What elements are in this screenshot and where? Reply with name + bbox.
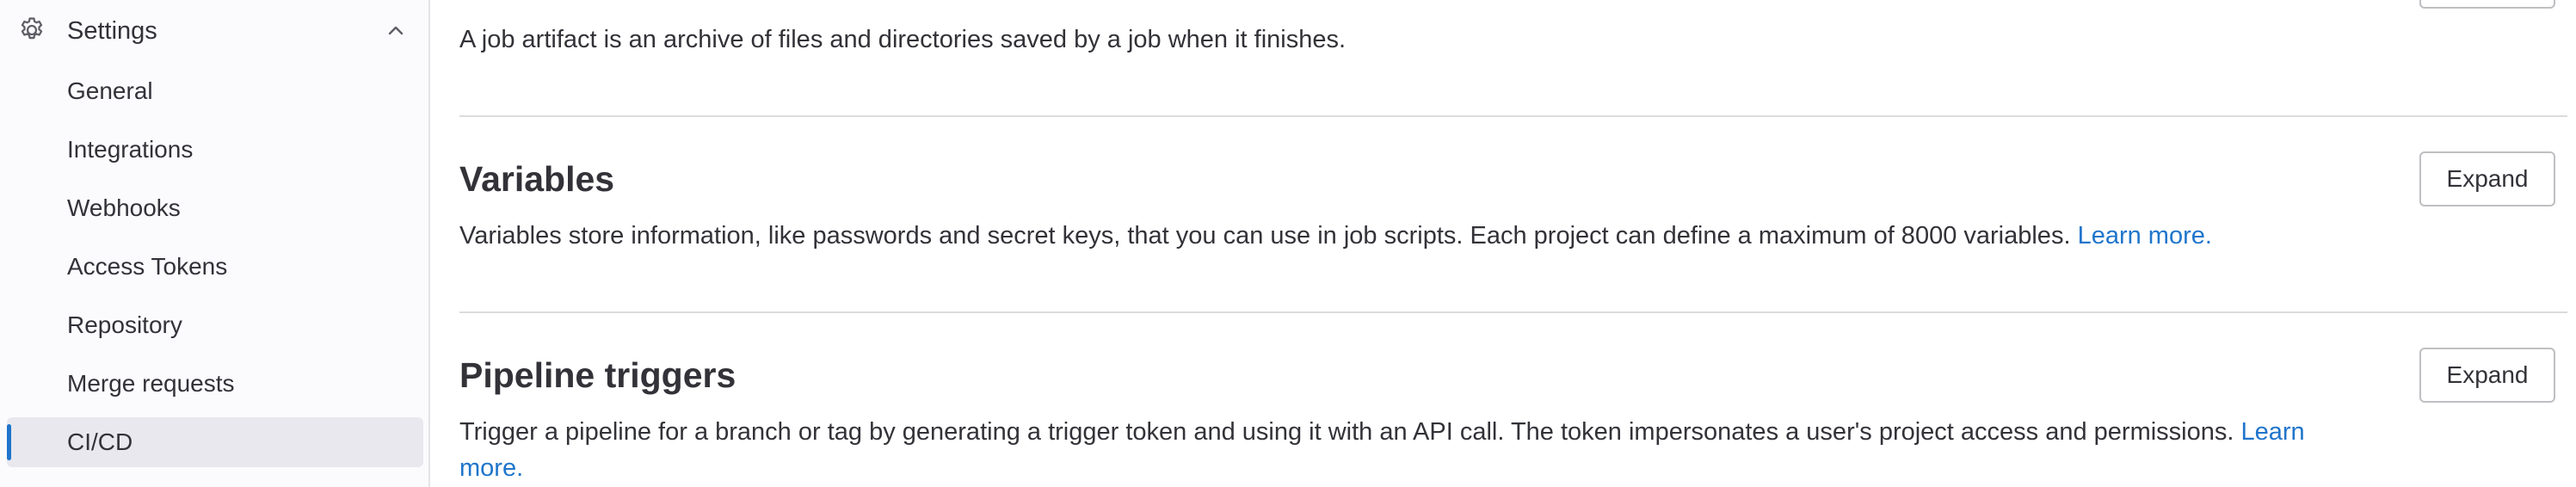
sidebar-item-label: Integrations (67, 136, 194, 163)
settings-section-toggle[interactable]: Settings (0, 0, 428, 62)
pipeline-triggers-learn-more-link[interactable]: Learn (2241, 418, 2305, 446)
sidebar-item-merge-requests[interactable]: Merge requests (0, 359, 428, 409)
variables-title: Variables (459, 159, 615, 199)
artifacts-expand-button[interactable] (2419, 0, 2555, 9)
sidebar-item-access-tokens[interactable]: Access Tokens (0, 242, 428, 292)
variables-learn-more-link[interactable]: Learn more. (2078, 222, 2212, 250)
variables-description-text: Variables store information, like passwo… (459, 222, 2071, 250)
gear-icon (21, 17, 43, 40)
pipeline-triggers-title: Pipeline triggers (459, 355, 736, 395)
sidebar-item-webhooks[interactable]: Webhooks (0, 183, 428, 233)
sidebar-item-label: Webhooks (67, 194, 181, 221)
variables-expand-button[interactable]: Expand (2419, 151, 2555, 207)
sidebar-item-label: Merge requests (67, 370, 235, 397)
sidebar-item-general[interactable]: General (0, 66, 428, 116)
sidebar-item-label: CI/CD (67, 428, 133, 455)
artifacts-description: A job artifact is an archive of files an… (459, 26, 1347, 53)
chevron-up-icon (388, 26, 404, 35)
settings-label: Settings (67, 17, 157, 45)
sidebar-item-label: Repository (67, 311, 182, 338)
variables-description: Variables store information, like passwo… (459, 218, 2212, 254)
pipeline-triggers-description: Trigger a pipeline for a branch or tag b… (459, 414, 2305, 450)
sidebar: Settings General Integrations Webhooks A… (0, 0, 430, 487)
sidebar-item-label: Access Tokens (67, 253, 228, 280)
sidebar-item-integrations[interactable]: Integrations (0, 125, 428, 175)
active-indicator (7, 424, 11, 460)
section-divider (459, 311, 2567, 313)
sidebar-item-label: General (67, 77, 153, 104)
pipeline-triggers-learn-more-link-cont[interactable]: more. (459, 454, 523, 482)
sidebar-item-repository[interactable]: Repository (0, 300, 428, 350)
pipeline-triggers-description-cont: more. (459, 450, 523, 486)
pipeline-triggers-expand-button[interactable]: Expand (2419, 348, 2555, 403)
section-divider (459, 115, 2567, 117)
pipeline-triggers-description-text: Trigger a pipeline for a branch or tag b… (459, 418, 2234, 446)
sidebar-item-ci-cd[interactable]: CI/CD (0, 417, 428, 467)
